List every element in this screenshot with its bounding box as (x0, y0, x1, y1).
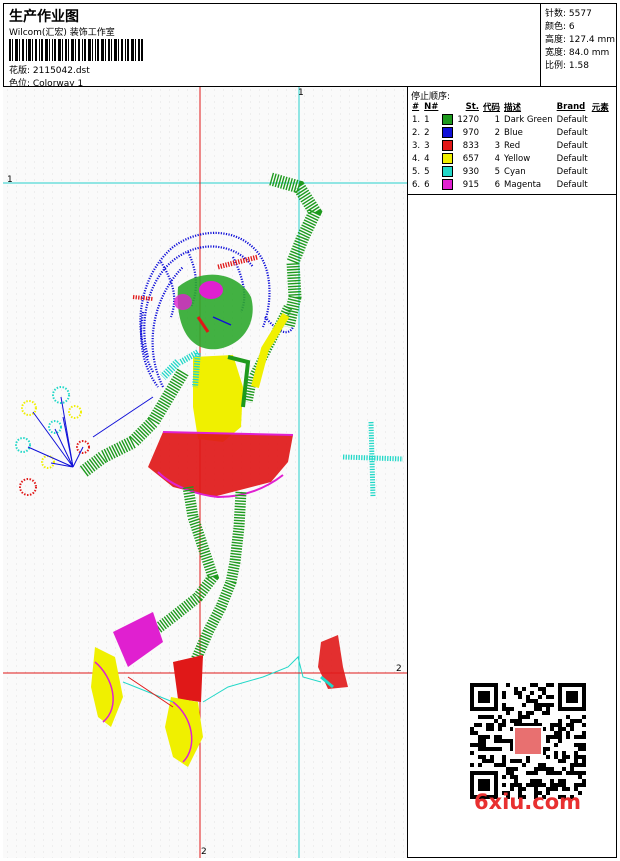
embroidery-preview (3, 87, 407, 858)
barcode (9, 39, 143, 61)
row-brand: Default (556, 166, 588, 177)
row-idx: 5. (412, 166, 421, 177)
row-brand: Default (556, 140, 588, 151)
row-no: 6 (424, 179, 430, 190)
color-table-header: # N# St. 代码 描述 Brand 元素 (410, 100, 611, 113)
qr-code-graphic (470, 683, 586, 799)
row-desc: Blue (504, 127, 523, 138)
color-row: 2. 2 970 2 Blue Default (410, 126, 611, 139)
flower-bouquet-stitches (15, 386, 90, 496)
row-swatch (440, 126, 455, 139)
color-swatch (442, 114, 454, 125)
design-height: 高度: 127.4 mm (545, 35, 616, 45)
color-row: 6. 6 915 6 Magenta Default (410, 178, 611, 191)
row-idx: 4. (412, 153, 421, 164)
row-idx: 1. (412, 114, 421, 125)
row-idx: 6. (412, 179, 421, 190)
design-width: 宽度: 84.0 mm (545, 48, 610, 58)
color-table: # N# St. 代码 描述 Brand 元素 1. 1 1270 1 Dark Gre… (410, 100, 611, 191)
color-count: 颜色: 6 (545, 22, 575, 32)
row-st: 915 (462, 179, 480, 190)
col-st: St. (465, 101, 480, 112)
row-code: 4 (494, 153, 501, 164)
row-code: 2 (494, 127, 501, 138)
guide-label-cyan-v: 1 (298, 88, 304, 98)
color-row: 4. 4 657 4 Yellow Default (410, 152, 611, 165)
ornament-stitches (318, 635, 348, 689)
skirt-stitches (148, 431, 294, 499)
row-desc: Dark Green (504, 114, 553, 125)
design-canvas: 1 1 2 2 (3, 87, 408, 858)
row-idx: 2. (412, 127, 421, 138)
row-no: 3 (424, 140, 430, 151)
row-code: 6 (494, 179, 501, 190)
scale-ratio: 比例: 1.58 (545, 61, 589, 71)
color-row: 1. 1 1270 1 Dark Green Default (410, 113, 611, 126)
row-element (590, 152, 611, 165)
color-swatch (442, 166, 454, 177)
color-swatch (442, 153, 454, 164)
row-no: 4 (424, 153, 430, 164)
row-element (590, 178, 611, 191)
col-idx: # (412, 101, 420, 112)
col-element: 元素 (591, 102, 609, 113)
star-stitches (342, 421, 404, 498)
torso-stitches (179, 346, 251, 442)
row-st: 833 (462, 140, 480, 151)
col-desc: 描述 (504, 102, 522, 113)
row-desc: Red (504, 140, 521, 151)
company-name: Wilcom(汇宏) 装饰工作室 (9, 28, 115, 38)
row-no: 5 (424, 166, 430, 177)
row-element (590, 126, 611, 139)
row-no: 1 (424, 114, 430, 125)
row-desc: Cyan (504, 166, 526, 177)
row-brand: Default (556, 114, 588, 125)
row-swatch (440, 178, 455, 191)
col-swatch (440, 100, 455, 113)
row-swatch (440, 113, 455, 126)
watermark-logo: 6xiu.com (474, 790, 582, 814)
row-st: 657 (462, 153, 480, 164)
row-element (590, 139, 611, 152)
row-desc: Magenta (504, 179, 542, 190)
design-name: 花版: 2115042.dst (9, 66, 90, 76)
color-swatch (442, 140, 454, 151)
qr-code (470, 683, 586, 799)
color-swatch (442, 127, 454, 138)
row-st: 930 (462, 166, 480, 177)
guide-label-red-v: 2 (201, 847, 207, 857)
row-brand: Default (556, 179, 588, 190)
row-swatch (440, 165, 455, 178)
stitch-count: 针数: 5577 (545, 9, 592, 19)
row-swatch (440, 139, 455, 152)
row-swatch (440, 152, 455, 165)
row-no: 2 (424, 127, 430, 138)
row-st: 1270 (457, 114, 480, 125)
row-code: 5 (494, 166, 501, 177)
row-code: 3 (494, 140, 501, 151)
row-element (590, 165, 611, 178)
page-title: 生产作业图 (9, 9, 79, 25)
right-arm-stitches (243, 172, 323, 403)
row-st: 970 (462, 127, 480, 138)
row-desc: Yellow (504, 153, 531, 164)
guide-label-cyan-h: 1 (7, 175, 13, 185)
row-code: 1 (494, 114, 501, 125)
row-element (590, 113, 611, 126)
color-row: 3. 3 833 3 Red Default (410, 139, 611, 152)
col-no: N# (424, 101, 439, 112)
row-idx: 3. (412, 140, 421, 151)
col-brand: Brand (556, 101, 586, 112)
col-code: 代码 (483, 102, 501, 113)
color-swatch (442, 179, 454, 190)
legs-stitches (149, 486, 247, 665)
color-row: 5. 5 930 5 Cyan Default (410, 165, 611, 178)
design-stats: 针数: 5577 颜色: 6 高度: 127.4 mm 宽度: 84.0 mm … (541, 3, 617, 87)
guide-label-red-h: 2 (396, 664, 402, 674)
stop-sequence-panel: 停止顺序: # N# St. 代码 描述 Brand 元素 1. 1 1270 1 Da… (408, 87, 617, 195)
header-info: 生产作业图 Wilcom(汇宏) 装饰工作室 花版: 2115042.dst 色… (3, 3, 541, 89)
row-brand: Default (556, 127, 588, 138)
row-brand: Default (556, 153, 588, 164)
